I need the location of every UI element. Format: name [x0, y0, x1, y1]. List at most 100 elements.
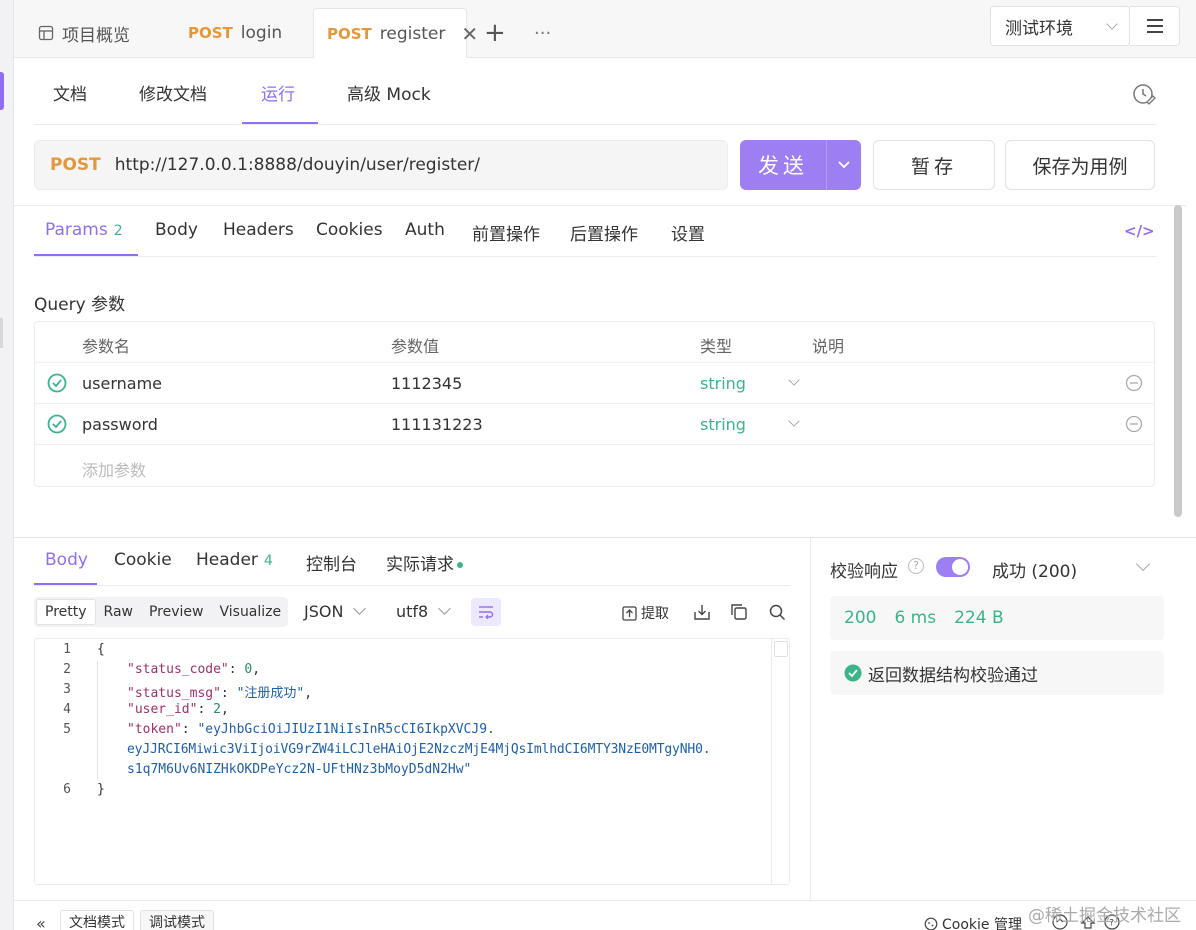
resp-tab-actual-request[interactable]: 实际请求: [386, 550, 463, 575]
chevron-down-icon[interactable]: [788, 415, 800, 427]
footer-bar: « 文档模式 调试模式 Cookie 管理 ?: [14, 900, 1196, 930]
param-name[interactable]: username: [82, 374, 162, 393]
copy-icon[interactable]: [730, 603, 748, 621]
hamburger-icon: [1146, 19, 1163, 21]
request-method[interactable]: POST: [50, 155, 101, 175]
view-visualize[interactable]: Visualize: [211, 599, 289, 625]
plus-icon: +: [484, 18, 506, 48]
method-tag: POST: [188, 24, 233, 42]
left-edge-strip: [0, 0, 14, 930]
search-icon[interactable]: [768, 603, 786, 621]
check-circle-icon[interactable]: [47, 373, 67, 393]
code-scrollbar[interactable]: [771, 639, 789, 884]
menu-button[interactable]: [1130, 6, 1180, 46]
view-raw[interactable]: Raw: [96, 599, 141, 625]
response-body-viewer[interactable]: 1 2 3 4 5 6 { "status_code": 0, "status_…: [34, 638, 790, 885]
word-wrap-button[interactable]: [471, 598, 501, 626]
more-tabs-button[interactable]: ···: [534, 8, 551, 58]
schema-validation-result: 返回数据结构校验通过: [830, 651, 1164, 695]
tab-headers[interactable]: Headers: [223, 220, 294, 240]
history-edit-icon[interactable]: [1132, 82, 1156, 106]
line-number: 5: [63, 722, 71, 737]
code-line: {: [97, 642, 105, 657]
param-type-select[interactable]: string: [700, 374, 746, 393]
query-params-table: 参数名 参数值 类型 说明 username 1112345 string pa…: [34, 321, 1155, 487]
tab-body[interactable]: Body: [155, 220, 198, 240]
expected-status-select[interactable]: 成功 (200): [992, 557, 1077, 582]
help-icon[interactable]: ?: [908, 558, 924, 574]
tab-post-script[interactable]: 后置操作: [570, 220, 638, 245]
verify-response-label: 校验响应: [830, 562, 898, 582]
resp-tab-active-underline: [34, 583, 97, 585]
column-header: 说明: [812, 337, 845, 356]
tab-cookies[interactable]: Cookies: [316, 220, 383, 240]
line-number: 6: [63, 782, 71, 797]
req-tab-active-underline: [34, 254, 138, 256]
param-name[interactable]: password: [82, 415, 158, 434]
code-line: eyJJRCI6Miwic3ViIjoiVG9rZW4iLCJleHAiOjE2…: [127, 742, 711, 757]
tab-settings[interactable]: 设置: [671, 220, 705, 245]
send-label: 发送: [758, 154, 808, 178]
save-draft-button[interactable]: 暂存: [873, 140, 995, 190]
subtab-edit-doc[interactable]: 修改文档: [139, 80, 207, 105]
status-code: 200: [844, 608, 877, 628]
send-button[interactable]: 发送: [740, 140, 861, 190]
request-url-input[interactable]: http://127.0.0.1:8888/douyin/user/regist…: [115, 155, 480, 175]
doc-mode-button[interactable]: 文档模式: [60, 910, 134, 930]
resp-tab-body[interactable]: Body: [45, 550, 88, 570]
resp-tab-header[interactable]: Header 4: [196, 550, 273, 570]
remove-circle-icon[interactable]: [1125, 415, 1143, 433]
cookie-manager-button[interactable]: Cookie 管理: [924, 914, 1022, 930]
success-check-icon: [844, 664, 862, 682]
tab-register[interactable]: POST register ✕: [313, 8, 478, 58]
chevron-down-icon: [1106, 18, 1118, 30]
collapse-left-icon[interactable]: «: [36, 914, 46, 930]
verify-toggle[interactable]: [936, 557, 970, 577]
encoding-select[interactable]: utf8: [396, 602, 452, 621]
format-select[interactable]: JSON: [304, 602, 367, 621]
overview-icon: [38, 25, 54, 41]
view-preview[interactable]: Preview: [141, 599, 212, 625]
code-icon[interactable]: </>: [1124, 222, 1155, 240]
send-dropdown-chevron-icon[interactable]: [827, 161, 861, 169]
line-number: 2: [63, 662, 71, 677]
param-type-select[interactable]: string: [700, 415, 746, 434]
response-metrics: 200 6 ms 224 B: [830, 596, 1164, 640]
tab-auth[interactable]: Auth: [405, 220, 445, 240]
add-param-input[interactable]: 添加参数: [82, 457, 146, 481]
code-line: }: [97, 782, 105, 797]
table-row: username 1112345 string: [35, 363, 1154, 404]
extract-button[interactable]: 提取: [622, 603, 669, 623]
response-time: 6 ms: [894, 608, 937, 628]
tab-params[interactable]: Params 2: [45, 220, 123, 240]
tab-login[interactable]: POST login: [188, 8, 282, 58]
param-value[interactable]: 1112345: [391, 374, 462, 393]
header-count-badge: 4: [263, 553, 273, 569]
download-icon[interactable]: [693, 603, 711, 621]
add-tab-button[interactable]: +: [484, 8, 506, 58]
chevron-down-icon[interactable]: [1135, 556, 1151, 572]
code-line: "status_msg": "注册成功",: [127, 686, 313, 701]
subtab-doc[interactable]: 文档: [53, 80, 87, 105]
debug-mode-button[interactable]: 调试模式: [140, 910, 214, 930]
line-number: 3: [63, 682, 71, 697]
vertical-scrollbar[interactable]: [1174, 205, 1182, 517]
check-circle-icon[interactable]: [47, 414, 67, 434]
resp-tab-cookie[interactable]: Cookie: [114, 550, 172, 570]
view-pretty[interactable]: Pretty: [36, 599, 96, 625]
url-bar[interactable]: POST http://127.0.0.1:8888/douyin/user/r…: [34, 140, 728, 190]
status-dot: [457, 562, 463, 568]
subtab-active-underline: [242, 122, 318, 124]
subtab-run[interactable]: 运行: [261, 80, 295, 105]
save-as-case-button[interactable]: 保存为用例: [1005, 140, 1155, 190]
close-icon[interactable]: ✕: [461, 22, 478, 46]
tab-pre-script[interactable]: 前置操作: [472, 220, 540, 245]
chevron-down-icon[interactable]: [788, 374, 800, 386]
tab-project-overview[interactable]: 项目概览: [38, 8, 130, 58]
param-value[interactable]: 111131223: [391, 415, 483, 434]
resp-tab-console[interactable]: 控制台: [306, 550, 357, 575]
watermark: @稀土掘金技术社区: [1028, 906, 1181, 926]
environment-select[interactable]: 测试环境: [990, 6, 1130, 46]
subtab-advanced-mock[interactable]: 高级 Mock: [347, 80, 431, 105]
remove-circle-icon[interactable]: [1125, 374, 1143, 392]
